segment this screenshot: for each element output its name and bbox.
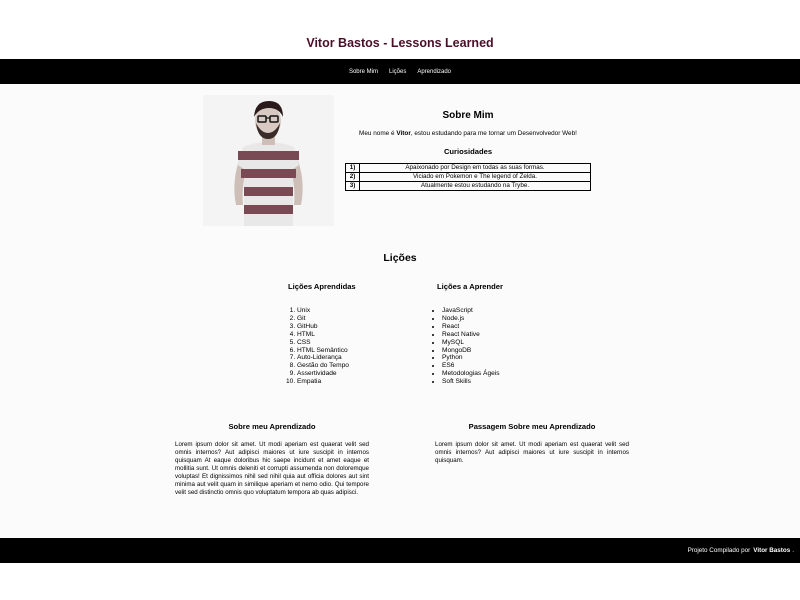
nav-link-licoes[interactable]: Lições bbox=[389, 69, 406, 75]
list-item: Assertividade bbox=[297, 370, 349, 378]
table-row: 3) Atualmente estou estudando na Trybe. bbox=[345, 181, 591, 191]
about-learning-text: Lorem ipsum dolor sit amet. Ut modi aper… bbox=[175, 441, 369, 496]
list-item: Empatia bbox=[297, 378, 349, 386]
about-section: Sobre Mim Meu nome é Vitor, estou estuda… bbox=[343, 110, 593, 191]
to-learn-list: JavaScript Node.js React React Native My… bbox=[442, 307, 500, 386]
learning-passage-text: Lorem ipsum dolor sit amet. Ut modi aper… bbox=[435, 441, 629, 464]
footer-author: Vitor Bastos bbox=[753, 547, 791, 554]
list-item: React Native bbox=[442, 331, 500, 339]
lessons-title: Lições bbox=[383, 252, 417, 264]
nav-link-sobre-mim[interactable]: Sobre Mim bbox=[349, 69, 378, 75]
list-item: React bbox=[442, 323, 500, 331]
learning-passage-title: Passagem Sobre meu Aprendizado bbox=[468, 422, 596, 431]
list-item: HTML Semântico bbox=[297, 347, 349, 355]
table-row: 2) Viciado em Pokemon e The legend of Ze… bbox=[345, 172, 591, 182]
list-item: Gestão do Tempo bbox=[297, 362, 349, 370]
person-illustration bbox=[203, 95, 334, 226]
curiosity-number: 1) bbox=[345, 163, 360, 173]
list-item: Metodologias Ágeis bbox=[442, 370, 500, 378]
list-item: JavaScript bbox=[442, 307, 500, 315]
curiosity-text: Apaixonado por Design em todas as suas f… bbox=[359, 163, 591, 173]
footer: Projeto Compilado por Vitor Bastos . bbox=[0, 538, 800, 563]
list-item: Soft Skills bbox=[442, 378, 500, 386]
nav-link-aprendizado[interactable]: Aprendizado bbox=[417, 69, 451, 75]
list-item: MongoDB bbox=[442, 347, 500, 355]
curiosity-number: 3) bbox=[345, 181, 360, 191]
profile-photo bbox=[203, 95, 334, 226]
learned-title: Lições Aprendidas bbox=[288, 282, 356, 291]
table-row: 1) Apaixonado por Design em todas as sua… bbox=[345, 163, 591, 173]
list-item: Git bbox=[297, 315, 349, 323]
list-item: CSS bbox=[297, 339, 349, 347]
about-title: Sobre Mim bbox=[442, 110, 494, 121]
top-navbar: Sobre Mim Lições Aprendizado bbox=[0, 59, 800, 84]
curiosity-number: 2) bbox=[345, 172, 360, 182]
list-item: GitHub bbox=[297, 323, 349, 331]
list-item: Node.js bbox=[442, 315, 500, 323]
footer-prefix: Projeto Compilado por bbox=[687, 547, 751, 554]
list-item: Python bbox=[442, 354, 500, 362]
about-intro: Meu nome é Vitor, estou estudando para m… bbox=[343, 130, 593, 137]
curiosity-text: Atualmente estou estudando na Trybe. bbox=[359, 181, 591, 191]
list-item: Unix bbox=[297, 307, 349, 315]
about-intro-suffix: , estou estudando para me tornar um Dese… bbox=[410, 130, 577, 137]
footer-suffix: . bbox=[792, 547, 794, 554]
list-item: Auto-Liderança bbox=[297, 354, 349, 362]
page: Vitor Bastos - Lessons Learned Sobre Mim… bbox=[0, 0, 800, 600]
curiosities-title: Curiosidades bbox=[443, 147, 493, 156]
about-intro-prefix: Meu nome é bbox=[359, 130, 397, 137]
learned-list: Unix Git GitHub HTML CSS HTML Semântico … bbox=[297, 307, 349, 386]
curiosity-text: Viciado em Pokemon e The legend of Zelda… bbox=[359, 172, 591, 182]
page-title: Vitor Bastos - Lessons Learned bbox=[306, 36, 494, 50]
list-item: MySQL bbox=[442, 339, 500, 347]
list-item: HTML bbox=[297, 331, 349, 339]
about-learning-title: Sobre meu Aprendizado bbox=[228, 422, 316, 431]
to-learn-title: Lições a Aprender bbox=[437, 282, 503, 291]
about-intro-name: Vitor bbox=[396, 130, 411, 137]
curiosities-table: 1) Apaixonado por Design em todas as sua… bbox=[345, 163, 591, 191]
